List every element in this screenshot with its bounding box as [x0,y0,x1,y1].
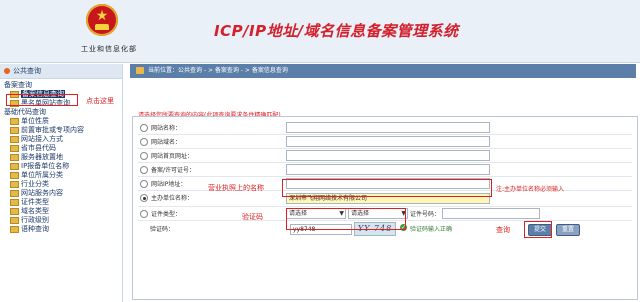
sidebar-group-codes[interactable]: 基础代码查询 [0,108,122,117]
sidebar-group-filing[interactable]: 备案查询 [0,81,122,90]
folder-icon [10,153,19,161]
domain-input[interactable] [286,136,490,147]
captcha-note: 验证码 [242,213,263,221]
field-row-homepage: 网站首页网址： [138,149,632,163]
folder-icon [10,207,19,215]
sidebar-item-ip-unit[interactable]: IP报备单位名称 [0,162,122,171]
radio-ip[interactable] [140,180,148,188]
license-input[interactable] [286,164,490,175]
sidebar-item-unit-nature[interactable]: 单位性质 [0,117,122,126]
main-content: 当前位置：公共查询 - > 备案查询 - > 备案信息查询 请选择您所要查询的内… [130,64,638,302]
field-row-site-name: 网站名称： [138,121,632,135]
ministry-name: 工业和信息化部 [81,45,137,53]
sidebar-item-domain-type[interactable]: 域名类型 [0,207,122,216]
homepage-input[interactable] [286,150,490,161]
company-side-hint: 注:主办单位名称必须输入 [496,186,565,193]
breadcrumb: 当前位置：公共查询 - > 备案查询 - > 备案信息查询 [130,64,636,78]
sidebar: 公共查询 备案查询 备案信息查询 黑名单网站查询 基础代码查询 单位性质 前置审… [0,64,123,302]
sidebar-heading[interactable]: 公共查询 [0,64,122,79]
company-name-note: 营业执照上的名称 [208,184,264,192]
sidebar-item-pre-approval[interactable]: 前置审批或专项内容 [0,126,122,135]
header-banner: ★ 工业和信息化部 ICP/IP地址/域名信息备案管理系统 [0,0,640,63]
folder-icon [10,126,19,134]
folder-icon [10,225,19,233]
sidebar-item-region-code[interactable]: 省市县代码 [0,144,122,153]
radio-domain[interactable] [140,138,148,146]
captcha-ok-text: 验证码输入正确 [410,226,453,233]
folder-icon [10,198,19,206]
site-name-input[interactable] [286,122,490,133]
sidebar-item-industry[interactable]: 行业分类 [0,180,122,189]
sidebar-item-unit-category[interactable]: 单位所属分类 [0,171,122,180]
radio-site-name[interactable] [140,124,148,132]
radio-license[interactable] [140,166,148,174]
doc-number-label: 证件号码： [410,211,441,218]
sidebar-item-admin-level[interactable]: 行政级别 [0,216,122,225]
field-row-license: 备案/许可证号： [138,163,632,177]
home-icon [136,67,144,74]
sidebar-item-access-method[interactable]: 网站接入方式 [0,135,122,144]
national-emblem-icon: ★ [86,4,118,36]
field-row-domain: 网站域名： [138,135,632,149]
highlight-box-company [282,179,492,197]
radio-homepage[interactable] [140,152,148,160]
folder-icon [10,162,19,170]
doc-number-input[interactable] [442,208,540,219]
folder-icon [10,144,19,152]
reset-button[interactable]: 重置 [556,224,581,236]
folder-icon [10,117,19,125]
folder-icon [10,189,19,197]
folder-icon [10,180,19,188]
sidebar-item-service-content[interactable]: 网站服务内容 [0,189,122,198]
highlight-box-captcha [286,208,406,230]
bullet-icon [4,68,10,74]
highlight-box-filing-info [6,94,78,106]
radio-company[interactable] [140,194,148,202]
radio-doc[interactable] [140,210,148,218]
query-note: 查询 [496,226,510,234]
sidebar-item-doc-type[interactable]: 证件类型 [0,198,122,207]
app-title: ICP/IP地址/域名信息备案管理系统 [214,22,459,40]
folder-icon [10,216,19,224]
click-here-note: 点击这里 [86,97,114,105]
highlight-box-submit [524,221,552,238]
folder-icon [10,135,19,143]
folder-icon [10,171,19,179]
sidebar-item-server-location[interactable]: 服务器放置地 [0,153,122,162]
sidebar-item-language[interactable]: 语种查询 [0,225,122,234]
